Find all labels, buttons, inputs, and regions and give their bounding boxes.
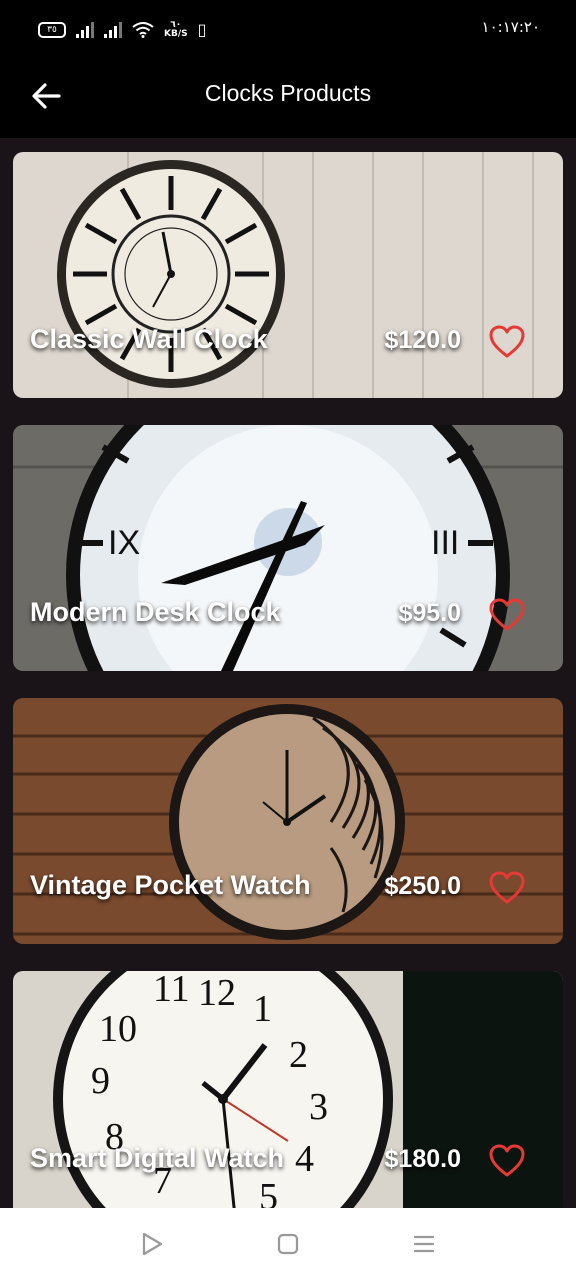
network-speed: ٦٠ KB/S — [164, 20, 188, 39]
nav-back-button[interactable] — [139, 1231, 165, 1257]
svg-text:IX: IX — [108, 524, 140, 562]
product-name: Vintage Pocket Watch — [30, 870, 311, 900]
page-title: Clocks Products — [204, 80, 372, 106]
vibrate-icon: ▯ — [197, 20, 207, 39]
svg-text:III: III — [431, 524, 459, 562]
wooden-wall-clock-photo — [13, 698, 563, 944]
heart-outline-icon — [489, 325, 525, 358]
heart-outline-icon — [489, 1144, 525, 1177]
product-price: $250.0 — [384, 872, 461, 900]
app-bar: Clocks Products — [0, 60, 576, 138]
product-card[interactable]: 12 1 2 3 4 5 11 10 9 8 7 Smart Digital W… — [13, 971, 563, 1208]
status-bar: ٣٥ ٦٠ KB/S ▯ ١٠:١٧:٢٠ — [0, 0, 576, 60]
favorite-button[interactable] — [489, 871, 525, 905]
wifi-icon — [132, 21, 154, 38]
nav-menu-button[interactable] — [411, 1231, 437, 1257]
classic-wall-clock-photo — [13, 152, 563, 398]
product-price: $120.0 — [384, 326, 461, 354]
product-price: $95.0 — [398, 599, 461, 627]
system-nav-bar — [0, 1208, 576, 1280]
favorite-button[interactable] — [489, 325, 525, 359]
svg-text:1: 1 — [253, 988, 272, 1030]
svg-text:10: 10 — [99, 1008, 137, 1050]
product-price: $180.0 — [384, 1145, 461, 1173]
svg-text:9: 9 — [91, 1060, 110, 1102]
svg-text:2: 2 — [289, 1034, 308, 1076]
product-name: Smart Digital Watch — [30, 1143, 285, 1173]
svg-text:12: 12 — [198, 972, 236, 1014]
menu-lines-icon — [413, 1235, 435, 1253]
battery-icon: ٣٥ — [38, 21, 66, 38]
signal-icon — [76, 21, 94, 38]
modern-desk-clock-photo: IX III — [13, 425, 563, 671]
svg-text:3: 3 — [309, 1086, 328, 1128]
network-speed-unit: KB/S — [164, 28, 188, 39]
favorite-button[interactable] — [489, 1144, 525, 1178]
signal-icon-2 — [104, 21, 122, 38]
favorite-button[interactable] — [489, 598, 525, 632]
product-card[interactable]: IX III Modern Desk Clock $95.0 — [13, 425, 563, 671]
square-home-icon — [277, 1233, 299, 1255]
svg-text:11: 11 — [153, 971, 190, 1010]
product-list[interactable]: Classic Wall Clock $120.0 IX III Modern … — [0, 138, 576, 1208]
nav-home-button[interactable] — [275, 1231, 301, 1257]
product-name: Classic Wall Clock — [30, 324, 268, 354]
product-name: Modern Desk Clock — [30, 597, 281, 627]
product-card[interactable]: Vintage Pocket Watch $250.0 — [13, 698, 563, 944]
triangle-back-icon — [142, 1232, 163, 1256]
heart-outline-icon — [489, 598, 525, 631]
status-time: ١٠:١٧:٢٠ — [481, 18, 540, 36]
svg-text:5: 5 — [259, 1176, 278, 1208]
status-icons: ٣٥ ٦٠ KB/S ▯ — [38, 20, 206, 39]
svg-text:4: 4 — [295, 1138, 314, 1180]
heart-outline-icon — [489, 871, 525, 904]
product-card[interactable]: Classic Wall Clock $120.0 — [13, 152, 563, 398]
